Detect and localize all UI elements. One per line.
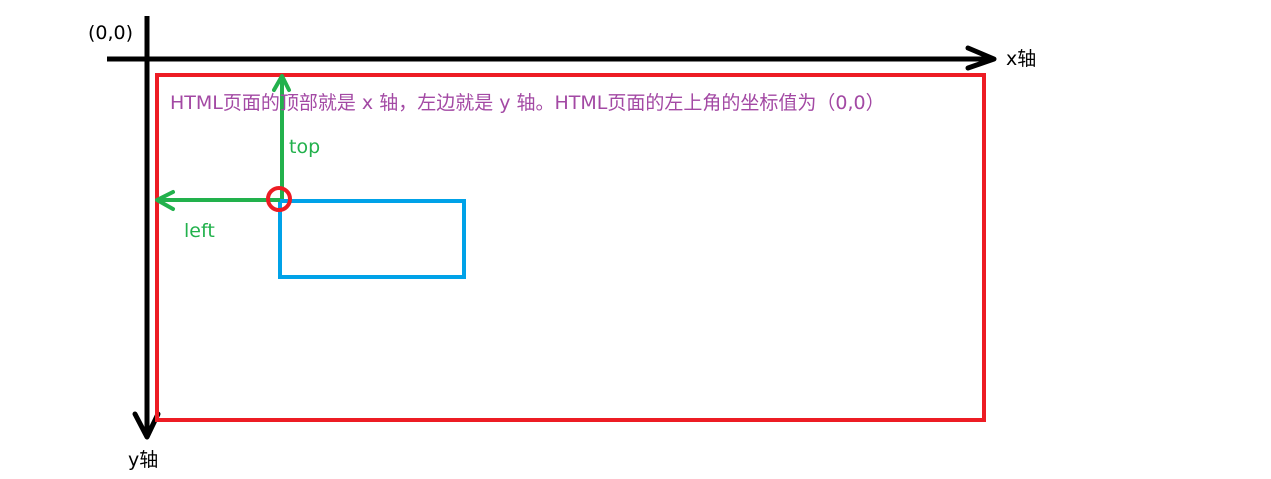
top-label: top: [289, 136, 321, 158]
origin-label: (0,0): [88, 22, 134, 44]
left-label: left: [184, 220, 215, 242]
y-axis-label: y轴: [128, 449, 159, 471]
coordinate-note: HTML页面的顶部就是 x 轴，左边就是 y 轴。HTML页面的左上角的坐标值为…: [170, 92, 885, 114]
x-axis-label: x轴: [1006, 48, 1037, 70]
positioned-element-box: [278, 199, 466, 279]
